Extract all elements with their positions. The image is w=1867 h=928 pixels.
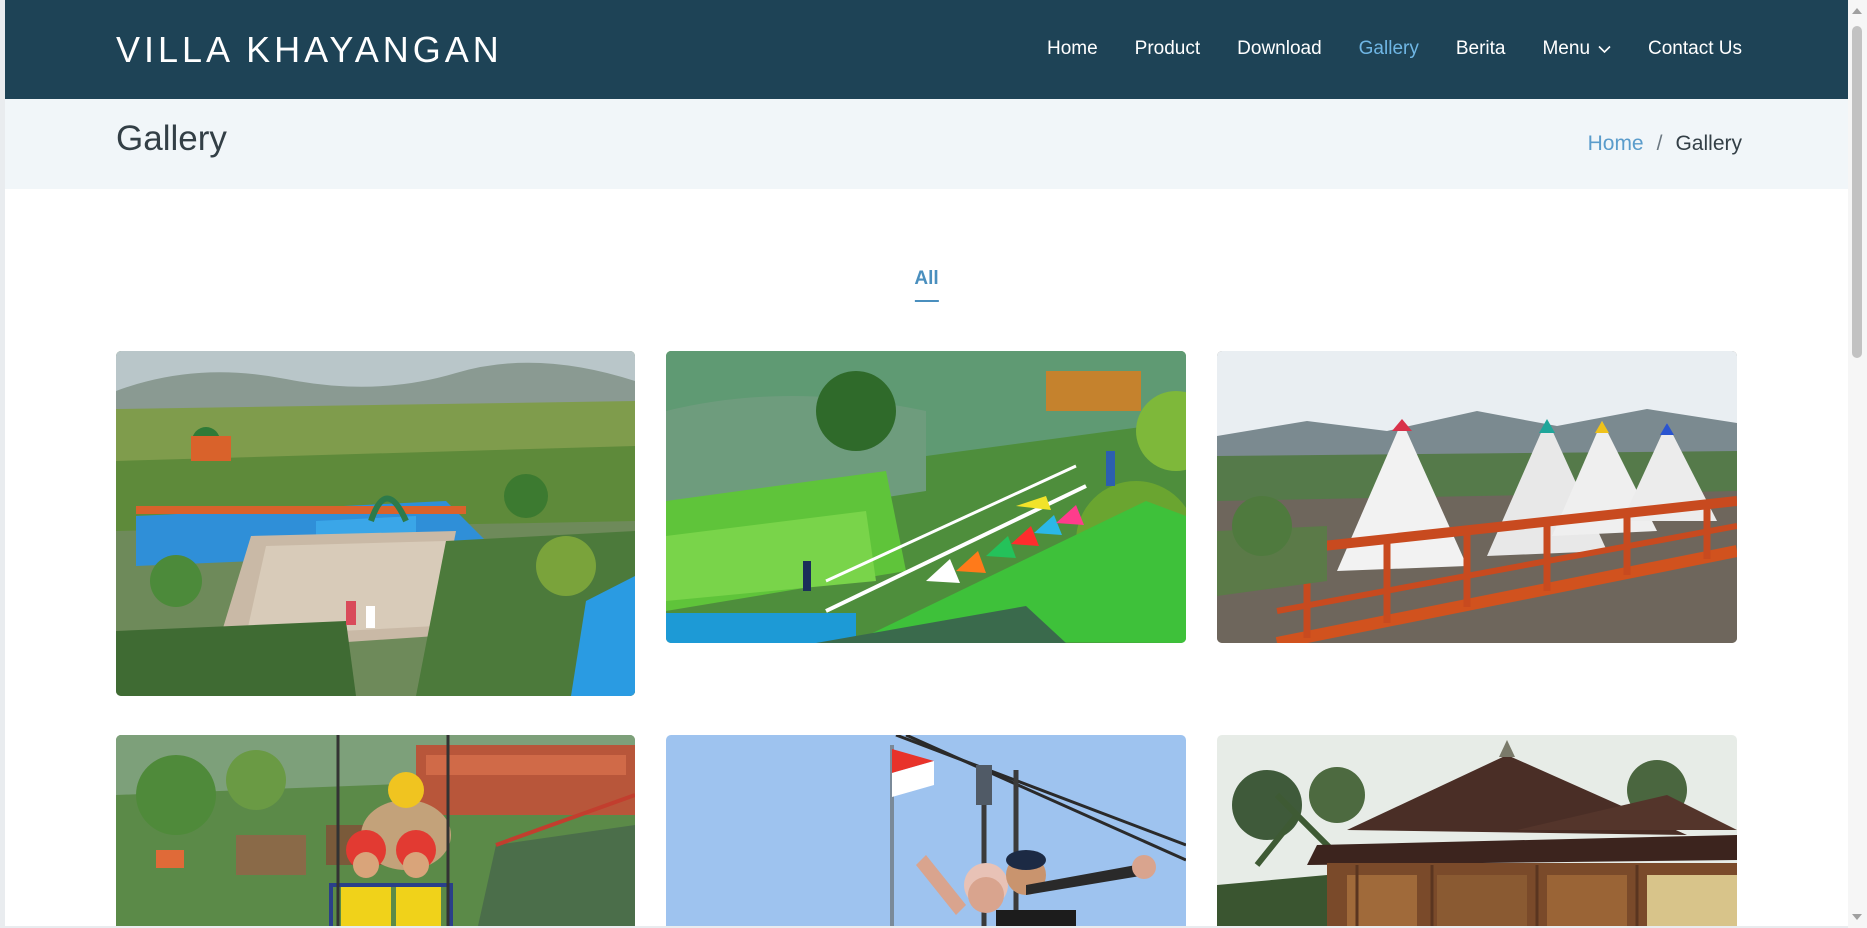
page-title: Gallery xyxy=(116,119,227,158)
nav-contact-us[interactable]: Contact Us xyxy=(1648,36,1742,62)
filter-all[interactable]: All xyxy=(914,266,939,302)
site-logo[interactable]: VILLA KHAYANGAN xyxy=(116,30,503,70)
zipline-couple-photo xyxy=(666,735,1186,926)
chevron-down-icon xyxy=(1598,45,1611,53)
gallery-item[interactable] xyxy=(1217,351,1737,643)
gallery-filter: All xyxy=(914,266,939,302)
sky-bike-riders-photo xyxy=(116,735,635,926)
scrollbar-thumb[interactable] xyxy=(1852,26,1862,358)
water-park-overview-photo xyxy=(116,351,635,696)
nav-product[interactable]: Product xyxy=(1135,36,1200,62)
breadcrumb-current: Gallery xyxy=(1675,132,1742,155)
page: VILLA KHAYANGAN Home Product Download Ga… xyxy=(5,0,1848,926)
breadcrumb-bar: Gallery Home / Gallery xyxy=(5,99,1848,189)
scroll-up-icon[interactable] xyxy=(1852,8,1862,14)
nav-berita[interactable]: Berita xyxy=(1456,36,1506,62)
gallery-item[interactable] xyxy=(1217,735,1737,926)
colorful-cushion-terrace-photo xyxy=(666,351,1186,643)
nav-gallery[interactable]: Gallery xyxy=(1359,36,1419,62)
breadcrumb-home-link[interactable]: Home xyxy=(1588,130,1644,158)
gallery-item[interactable] xyxy=(666,351,1186,643)
gallery-item[interactable] xyxy=(116,735,635,926)
scroll-down-icon[interactable] xyxy=(1852,914,1862,920)
teepee-tents-photo xyxy=(1217,351,1737,643)
nav-download[interactable]: Download xyxy=(1237,36,1322,62)
site-header: VILLA KHAYANGAN Home Product Download Ga… xyxy=(5,0,1848,99)
page-scrollbar[interactable] xyxy=(1848,0,1867,928)
main-nav: Home Product Download Gallery Berita Men… xyxy=(1047,36,1742,62)
breadcrumb-separator: / xyxy=(1656,132,1663,155)
joglo-wooden-house-photo xyxy=(1217,735,1737,926)
gallery-item[interactable] xyxy=(116,351,635,696)
gallery-item[interactable] xyxy=(666,735,1186,926)
breadcrumb: Home / Gallery xyxy=(1588,130,1742,158)
nav-home[interactable]: Home xyxy=(1047,36,1098,62)
nav-menu-label: Menu xyxy=(1542,38,1591,59)
nav-menu-dropdown[interactable]: Menu xyxy=(1542,36,1611,62)
